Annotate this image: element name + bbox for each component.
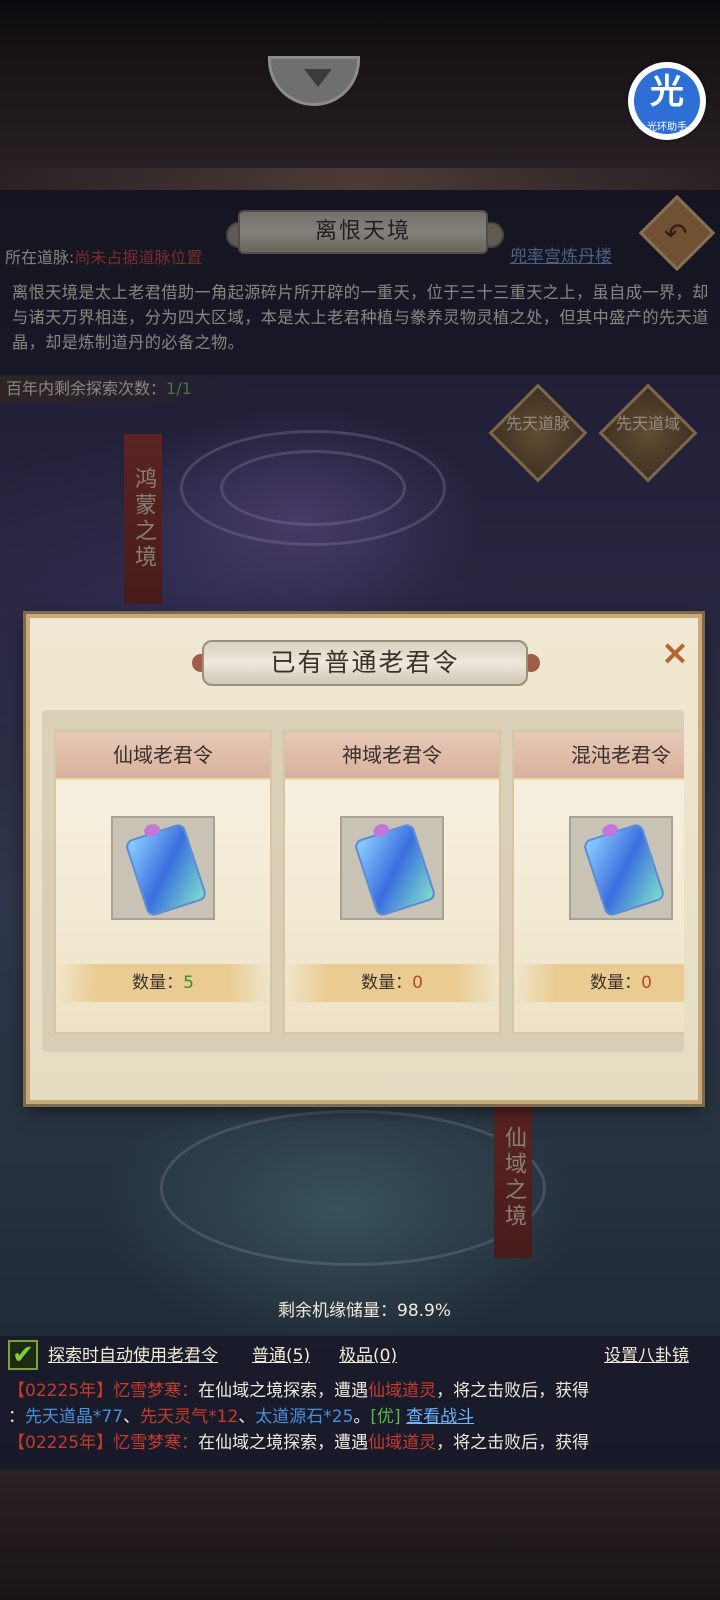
log-line: 【02225年】忆雪梦寒：在仙域之境探索，遭遇仙域道灵，将之击败后，获得: [8, 1378, 712, 1404]
bottom-bar: [0, 1470, 720, 1600]
top-bar: 光 光环助手: [0, 0, 720, 190]
card-title: 混沌老君令: [571, 743, 671, 767]
token-icon-frame: [569, 816, 673, 920]
log-prefix: 【02225年】忆雪梦寒：: [8, 1381, 199, 1401]
premium-token-link[interactable]: 极品(0): [339, 1341, 397, 1366]
log-sep: 、: [123, 1407, 141, 1427]
assistant-floating-button[interactable]: 光 光环助手: [628, 62, 706, 140]
modal-title-text: 已有普通老君令: [270, 648, 460, 677]
assistant-glyph: 光: [650, 72, 684, 112]
card-quantity: 数量：0: [285, 964, 499, 1002]
assistant-label: 光环助手: [647, 122, 687, 133]
close-icon[interactable]: ×: [658, 636, 692, 670]
top-ornament: [0, 168, 720, 190]
card-title: 仙域老君令: [113, 743, 213, 767]
modal-title: 已有普通老君令: [202, 640, 528, 686]
log-tag: [优]: [370, 1407, 401, 1427]
log-line: 【02225年】忆雪梦寒：在仙域之境探索，遭遇仙域道灵，将之击败后，获得: [8, 1430, 712, 1456]
qty-value: 0: [641, 973, 652, 993]
token-card[interactable]: 混沌老君令 数量：0: [512, 730, 684, 1034]
view-battle-link[interactable]: 查看战斗: [406, 1407, 474, 1427]
collapse-button[interactable]: [268, 56, 360, 106]
token-icon: [353, 822, 437, 918]
log-prefix: ：: [8, 1407, 25, 1427]
log-text: ，将之击败后，获得: [436, 1433, 590, 1453]
card-quantity: 数量：5: [56, 964, 270, 1002]
auto-use-checkbox[interactable]: ✔: [8, 1340, 38, 1370]
card-header: 混沌老君令: [514, 732, 684, 780]
normal-token-link[interactable]: 普通(5): [252, 1341, 310, 1366]
log-enemy: 仙域道灵: [368, 1433, 437, 1453]
token-card[interactable]: 神域老君令 数量：0: [283, 730, 501, 1034]
card-header: 神域老君令: [285, 732, 499, 780]
qty-value: 0: [412, 973, 423, 993]
qty-label: 数量：: [132, 973, 184, 993]
token-icon-frame: [111, 816, 215, 920]
token-card[interactable]: 仙域老君令 数量：5: [54, 730, 272, 1034]
bagua-mirror-link[interactable]: 设置八卦镜: [604, 1341, 689, 1366]
log-line: ：先天道晶*77、先天灵气*12、太道源石*25。[优] 查看战斗: [8, 1404, 712, 1430]
assistant-logo-icon: 光 光环助手: [634, 68, 700, 134]
log-enemy: 仙域道灵: [368, 1381, 437, 1401]
log-item: 先天灵气*12: [140, 1407, 239, 1427]
log-text: ，将之击败后，获得: [436, 1381, 590, 1401]
token-icon: [124, 822, 208, 918]
card-header: 仙域老君令: [56, 732, 270, 780]
log-text: 在仙域之境探索，遭遇: [198, 1433, 369, 1453]
token-modal: 已有普通老君令 × 仙域老君令 数量：5 神域老君令 数量：0 混沌老君令 数量…: [26, 614, 702, 1104]
qty-value: 5: [183, 973, 194, 993]
card-quantity: 数量：0: [514, 964, 684, 1002]
token-card-list[interactable]: 仙域老君令 数量：5 神域老君令 数量：0 混沌老君令 数量：0: [42, 710, 684, 1052]
token-icon: [582, 822, 666, 918]
log-sep: 、: [238, 1407, 256, 1427]
card-title: 神域老君令: [342, 743, 442, 767]
log-item: 先天道晶*77: [25, 1407, 124, 1427]
qty-label: 数量：: [590, 973, 642, 993]
fortune-reserve: 剩余机缘储量：98.9%: [278, 1301, 452, 1321]
chevron-down-icon: [304, 69, 332, 87]
qty-label: 数量：: [361, 973, 413, 993]
log-prefix: 【02225年】忆雪梦寒：: [8, 1433, 199, 1453]
token-icon-frame: [340, 816, 444, 920]
auto-use-label[interactable]: 探索时自动使用老君令: [48, 1341, 218, 1366]
log-sep: 。: [353, 1407, 371, 1427]
log-item: 太道源石*25: [255, 1407, 354, 1427]
log-text: 在仙域之境探索，遭遇: [198, 1381, 369, 1401]
